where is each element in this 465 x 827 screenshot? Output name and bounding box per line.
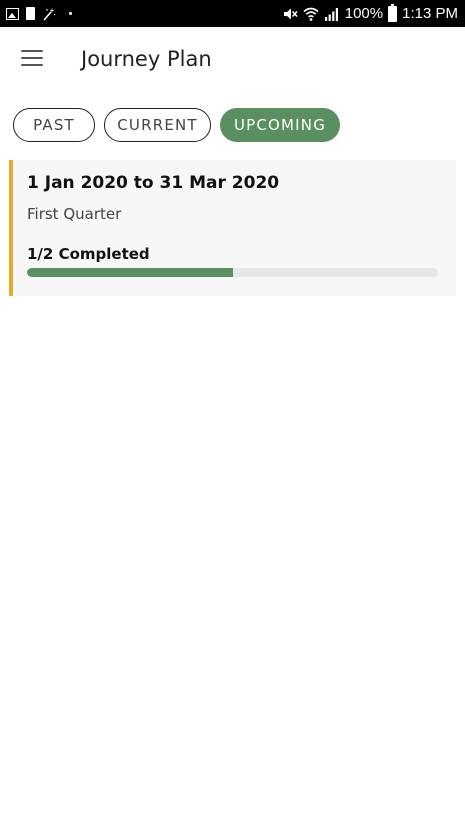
page-title: Journey Plan bbox=[81, 47, 212, 71]
journey-plan-card[interactable]: 1 Jan 2020 to 31 Mar 2020 First Quarter … bbox=[9, 160, 456, 296]
plan-date-range: 1 Jan 2020 to 31 Mar 2020 bbox=[27, 173, 280, 193]
tab-past[interactable]: PAST bbox=[13, 108, 95, 142]
mute-icon bbox=[283, 8, 298, 19]
tab-upcoming[interactable]: UPCOMING bbox=[220, 108, 340, 142]
status-left-icons bbox=[6, 5, 72, 22]
magic-wand-icon bbox=[43, 7, 56, 21]
status-time: 1:13 PM bbox=[402, 5, 458, 22]
battery-icon bbox=[388, 3, 398, 22]
wifi-icon bbox=[303, 7, 319, 21]
status-right-icons: 100% 1:13 PM bbox=[282, 3, 458, 23]
battery-percent: 100% bbox=[344, 5, 384, 22]
journey-tabs: PAST CURRENT UPCOMING bbox=[13, 108, 340, 142]
plan-progress-fill bbox=[27, 268, 233, 277]
plan-name: First Quarter bbox=[27, 205, 122, 223]
status-bar: 100% 1:13 PM bbox=[0, 0, 465, 27]
sim-card-icon bbox=[26, 7, 35, 20]
plan-progress-bar bbox=[27, 268, 438, 277]
gallery-icon bbox=[6, 7, 19, 20]
hamburger-menu-icon[interactable] bbox=[21, 50, 43, 66]
tab-current[interactable]: CURRENT bbox=[104, 108, 211, 142]
plan-progress-label: 1/2 Completed bbox=[27, 245, 150, 263]
app-bar: Journey Plan bbox=[0, 27, 465, 93]
signal-icon bbox=[324, 7, 338, 21]
notification-dot-icon bbox=[69, 12, 72, 15]
